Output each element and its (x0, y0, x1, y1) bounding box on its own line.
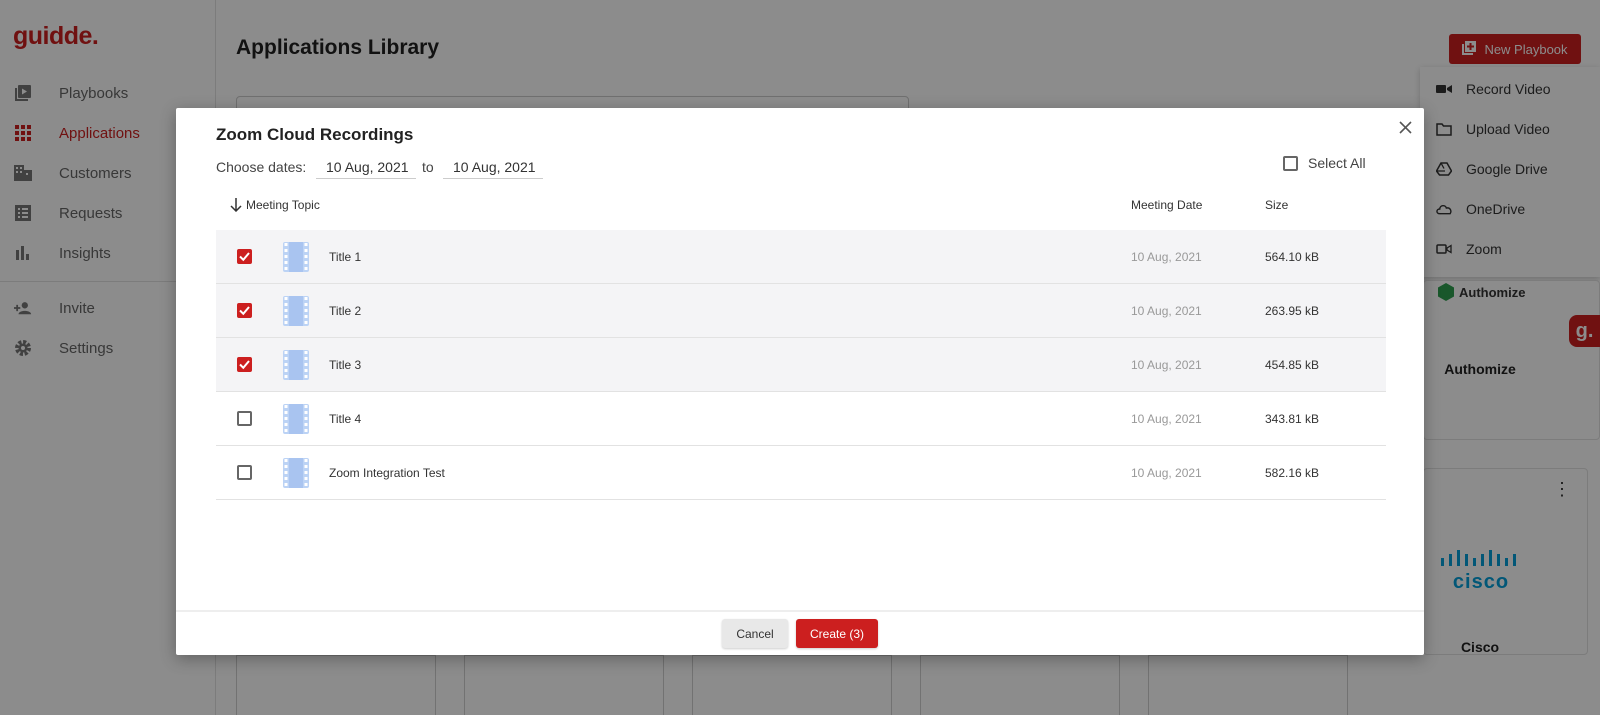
checkbox-unchecked-icon[interactable] (237, 465, 252, 480)
footer-divider (176, 610, 1424, 612)
film-icon (283, 404, 309, 439)
checkbox-unchecked-icon (1283, 155, 1298, 171)
table-row[interactable]: Title 2 10 Aug, 2021 263.95 kB (216, 284, 1386, 338)
file-size: 263.95 kB (1265, 303, 1320, 318)
close-button[interactable] (1395, 117, 1415, 137)
film-icon (283, 296, 309, 331)
meeting-date: 10 Aug, 2021 (1131, 303, 1202, 318)
file-size: 343.81 kB (1265, 411, 1320, 426)
meeting-topic: Title 4 (329, 411, 362, 426)
select-all-label: Select All (1308, 155, 1366, 171)
column-header-size[interactable]: Size (1265, 198, 1288, 212)
file-size: 564.10 kB (1265, 249, 1320, 264)
to-date-field[interactable] (443, 152, 543, 179)
from-date-field[interactable] (316, 152, 416, 179)
select-all-checkbox[interactable]: Select All (1283, 155, 1366, 171)
dates-label: Choose dates: (216, 159, 307, 175)
table-row[interactable]: Title 3 10 Aug, 2021 454.85 kB (216, 338, 1386, 392)
meeting-date: 10 Aug, 2021 (1131, 411, 1202, 426)
checkbox-checked-icon[interactable] (237, 249, 252, 264)
create-button[interactable]: Create (3) (796, 619, 878, 648)
film-icon (283, 350, 309, 385)
meeting-date: 10 Aug, 2021 (1131, 465, 1202, 480)
zoom-recordings-dialog: Zoom Cloud Recordings Choose dates: to S… (176, 108, 1424, 655)
column-header-topic[interactable]: Meeting Topic (230, 198, 320, 212)
table-row[interactable]: Zoom Integration Test 10 Aug, 2021 582.16 … (216, 446, 1386, 500)
meeting-topic: Title 3 (329, 357, 362, 372)
meeting-topic: Title 1 (329, 249, 362, 264)
checkbox-checked-icon[interactable] (237, 357, 252, 372)
meeting-topic: Title 2 (329, 303, 362, 318)
meeting-date: 10 Aug, 2021 (1131, 249, 1202, 264)
film-icon (283, 458, 309, 493)
meeting-date: 10 Aug, 2021 (1131, 357, 1202, 372)
film-icon (283, 242, 309, 277)
meeting-topic: Zoom Integration Test (329, 465, 445, 480)
file-size: 454.85 kB (1265, 357, 1320, 372)
sort-down-icon (230, 198, 242, 212)
close-icon (1398, 120, 1412, 134)
column-header-date[interactable]: Meeting Date (1131, 198, 1202, 212)
file-size: 582.16 kB (1265, 465, 1320, 480)
dialog-title: Zoom Cloud Recordings (216, 125, 414, 144)
checkbox-unchecked-icon[interactable] (237, 411, 252, 426)
cancel-button[interactable]: Cancel (722, 619, 788, 648)
table-row[interactable]: Title 4 10 Aug, 2021 343.81 kB (216, 392, 1386, 446)
to-label: to (422, 159, 434, 175)
checkbox-checked-icon[interactable] (237, 303, 252, 318)
table-row[interactable]: Title 1 10 Aug, 2021 564.10 kB (216, 230, 1386, 284)
